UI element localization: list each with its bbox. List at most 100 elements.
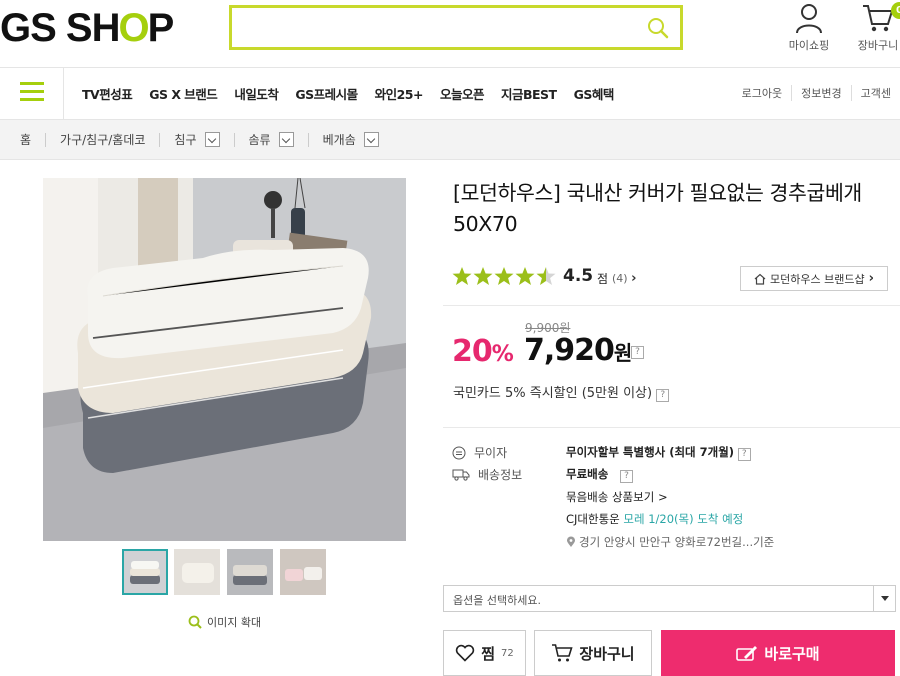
my-shopping-button[interactable]: 마이쇼핑	[779, 2, 839, 53]
heart-icon	[456, 644, 475, 662]
nav-item-fresh-mall[interactable]: GS프레시몰	[295, 84, 358, 103]
free-delivery: 무료배송 ?	[566, 466, 633, 483]
bundle-delivery-link[interactable]: 묶음배송 상품보기 >	[566, 489, 668, 505]
card-discount: 국민카드 5% 즉시할인 (5만원 이상) ?	[453, 382, 670, 402]
cart-button[interactable]: 장바구니 0	[848, 2, 900, 53]
nav-item-today-open[interactable]: 오늘오픈	[440, 84, 485, 103]
installment-help-icon[interactable]: ?	[737, 448, 751, 461]
buy-now-label: 바로구매	[764, 644, 820, 663]
add-to-cart-button[interactable]: 장바구니	[534, 630, 652, 676]
search-input[interactable]	[232, 8, 632, 47]
star-rating	[452, 265, 556, 287]
price-help-icon[interactable]: ?	[631, 346, 644, 359]
breadcrumb-home[interactable]: 홈	[20, 131, 31, 148]
hamburger-menu-icon[interactable]	[20, 82, 44, 104]
delivery-address[interactable]: 경기 안양시 만안구 양화로72번길...기준	[566, 534, 774, 550]
chevron-down-icon[interactable]	[204, 132, 220, 147]
delivery-address-text: 경기 안양시 만안구 양화로72번길...기준	[579, 535, 775, 549]
brandshop-label: 모던하우스 브랜드샵	[770, 272, 865, 286]
wish-button[interactable]: 찜 72	[443, 630, 526, 676]
thumbnail-1[interactable]	[122, 549, 168, 595]
card-discount-text: 국민카드 5% 즉시할인 (5만원 이상)	[453, 386, 653, 401]
user-icon	[796, 4, 822, 34]
main-nav: TV편성표 GS X 브랜드 내일도착 GS프레시몰 와인25+ 오늘오픈 지금…	[0, 67, 900, 121]
truck-icon	[452, 469, 470, 481]
divider	[443, 305, 900, 306]
installment-value: 무이자할부 특별행사 (최대 7개월) ?	[566, 444, 751, 461]
rating-value: 4.5	[563, 266, 594, 286]
nav-item-tv-schedule[interactable]: TV편성표	[82, 84, 133, 103]
card-discount-help-icon[interactable]: ?	[656, 389, 670, 402]
cart-icon	[552, 644, 573, 662]
coin-icon	[452, 446, 466, 459]
card-pen-icon	[736, 646, 758, 661]
breadcrumb-category-1-label: 가구/침구/홈데코	[60, 133, 146, 147]
nav-menu: TV편성표 GS X 브랜드 내일도착 GS프레시몰 와인25+ 오늘오픈 지금…	[82, 84, 614, 103]
logo-text-end: P	[147, 5, 175, 50]
free-delivery-text: 무료배송	[566, 467, 609, 481]
star-rating-icon	[452, 267, 556, 285]
logout-link[interactable]: 로그아웃	[733, 85, 791, 101]
delivery-label-text: 배송정보	[478, 468, 523, 482]
option-select[interactable]: 옵션을 선택하세요.	[443, 585, 896, 612]
wish-count: 72	[501, 647, 514, 659]
brandshop-button[interactable]: 모던하우스 브랜드샵 ›	[740, 266, 888, 291]
nav-divider	[63, 68, 64, 121]
breadcrumb: 홈 가구/침구/홈데코 침구 솜류 베개솜	[0, 120, 900, 160]
breadcrumb-category-2-label: 침구	[174, 133, 197, 147]
edit-info-link[interactable]: 정보변경	[791, 85, 850, 101]
cart-label: 장바구니	[857, 39, 899, 52]
nav-item-benefits[interactable]: GS혜택	[574, 84, 615, 103]
nav-item-best[interactable]: 지금BEST	[501, 84, 557, 103]
nav-account-links: 로그아웃 정보변경 고객센	[733, 85, 900, 101]
logo-o: O	[118, 5, 149, 50]
courier-name: CJ대한통운	[566, 512, 620, 526]
review-count: (4)	[612, 272, 628, 285]
arrival-info: CJ대한통운 모레 1/20(목) 도착 예정	[566, 511, 743, 527]
my-shopping-label: 마이쇼핑	[788, 39, 830, 52]
thumbnail-4[interactable]	[280, 549, 326, 595]
logo-text: GS SH	[0, 5, 120, 50]
nav-item-gs-x-brand[interactable]: GS X 브랜드	[149, 84, 218, 103]
arrival-date: 모레 1/20(목) 도착 예정	[623, 512, 744, 526]
divider	[443, 427, 900, 428]
wish-label: 찜	[481, 644, 496, 663]
magnifier-icon	[188, 615, 202, 629]
product-title: [모던하우스] 국내산 커버가 필요없는 경추굽베개 50X70	[453, 181, 862, 236]
breadcrumb-category-3[interactable]: 솜류	[249, 131, 294, 148]
search-icon[interactable]	[646, 16, 670, 40]
customer-center-link[interactable]: 고객센	[850, 85, 900, 101]
discount-rate: 20%	[452, 334, 514, 369]
price-number: 7,920	[524, 333, 615, 368]
gs-shop-logo[interactable]: GS SH O P	[0, 5, 175, 50]
thumbnail-2[interactable]	[174, 549, 220, 595]
price-unit: 원	[613, 341, 632, 365]
location-pin-icon	[567, 536, 575, 547]
delivery-label: 배송정보	[452, 466, 522, 483]
nav-item-wine[interactable]: 와인25+	[375, 84, 424, 103]
option-select-placeholder: 옵션을 선택하세요.	[453, 594, 541, 607]
breadcrumb-category-3-label: 솜류	[248, 133, 271, 147]
cart-icon	[863, 5, 894, 32]
search-bar	[229, 5, 683, 50]
discount-percent-sign: %	[491, 342, 514, 367]
rating-unit: 점	[597, 272, 609, 286]
chevron-down-icon[interactable]	[278, 132, 294, 147]
breadcrumb-category-4-label: 베개솜	[322, 133, 356, 147]
nav-item-next-day[interactable]: 내일도착	[234, 84, 279, 103]
thumbnail-3[interactable]	[227, 549, 273, 595]
discount-number: 20	[452, 334, 493, 369]
dropdown-arrow-icon	[873, 586, 895, 611]
installment-label: 무이자	[452, 444, 507, 461]
breadcrumb-category-4[interactable]: 베개솜	[323, 131, 379, 148]
chevron-down-icon[interactable]	[363, 132, 379, 147]
delivery-help-icon[interactable]: ?	[619, 470, 633, 483]
home-icon	[754, 273, 766, 285]
breadcrumb-category-2[interactable]: 침구	[174, 131, 220, 148]
buy-now-button[interactable]: 바로구매	[661, 630, 895, 676]
zoom-image-button[interactable]: 이미지 확대	[188, 614, 261, 630]
breadcrumb-category-1[interactable]: 가구/침구/홈데코	[60, 131, 145, 148]
product-main-image[interactable]	[43, 178, 406, 541]
review-count-link[interactable]: (4) ›	[612, 271, 636, 286]
sale-price: 7,920원	[524, 333, 632, 368]
